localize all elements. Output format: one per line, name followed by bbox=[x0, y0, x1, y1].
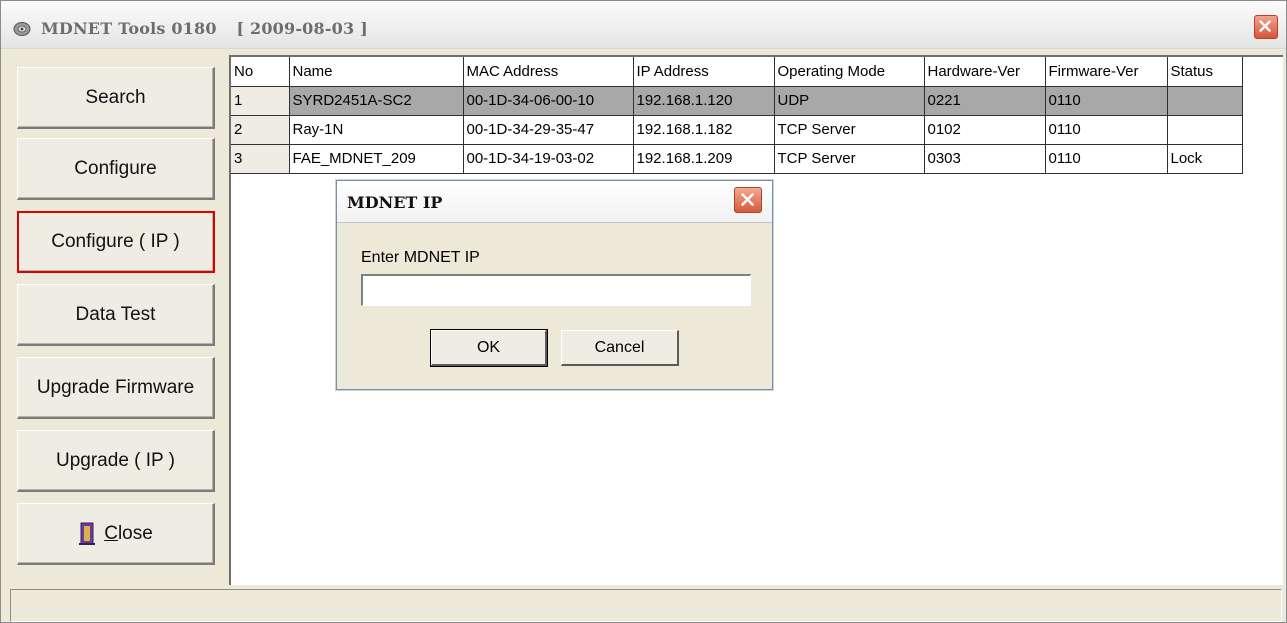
device-name: Ray-1N bbox=[289, 115, 464, 145]
configure-ip-button[interactable]: Configure ( IP ) bbox=[17, 211, 215, 273]
upgrade-ip-button[interactable]: Upgrade ( IP ) bbox=[17, 430, 215, 492]
upgrade-firmware-button[interactable]: Upgrade Firmware bbox=[17, 357, 215, 419]
search-button-label: Search bbox=[85, 86, 146, 108]
mdnet-ip-dialog: MDNET IP Enter MDNET IP OK Cancel bbox=[336, 180, 773, 390]
ok-button-label: OK bbox=[476, 338, 501, 356]
column-header-mode[interactable]: Operating Mode bbox=[774, 57, 925, 87]
table-row[interactable]: 2 Ray-1N 00-1D-34-29-35-47 192.168.1.182… bbox=[231, 115, 1243, 145]
hardware-ver: 0102 bbox=[924, 115, 1046, 145]
close-label-rest: lose bbox=[117, 522, 153, 544]
mac-address: 00-1D-34-19-03-02 bbox=[463, 144, 634, 174]
close-button[interactable]: Close bbox=[17, 503, 215, 565]
hardware-ver: 0221 bbox=[924, 86, 1046, 116]
ok-button[interactable]: OK bbox=[430, 329, 548, 367]
table-row[interactable]: 1 SYRD2451A-SC2 00-1D-34-06-00-10 192.16… bbox=[231, 86, 1243, 116]
dialog-close-button[interactable] bbox=[734, 187, 762, 213]
close-button-label: Close bbox=[104, 523, 153, 545]
hardware-ver: 0303 bbox=[924, 144, 1046, 174]
row-number: 1 bbox=[231, 86, 290, 116]
operating-mode: UDP bbox=[774, 86, 925, 116]
firmware-ver: 0110 bbox=[1045, 115, 1168, 145]
cancel-button-label: Cancel bbox=[594, 338, 645, 356]
status bbox=[1167, 115, 1243, 145]
app-icon bbox=[13, 22, 31, 36]
window-title-date: [ 2009-08-03 ] bbox=[236, 19, 368, 38]
column-header-hardware[interactable]: Hardware-Ver bbox=[924, 57, 1046, 87]
close-icon bbox=[741, 193, 754, 206]
device-name: SYRD2451A-SC2 bbox=[289, 86, 464, 116]
exit-door-icon bbox=[79, 522, 96, 545]
main-window: MDNET Tools 0180 [ 2009-08-03 ] Search C… bbox=[0, 0, 1287, 623]
dialog-title: MDNET IP bbox=[347, 193, 443, 212]
data-test-button-label: Data Test bbox=[75, 303, 156, 325]
ip-input-label: Enter MDNET IP bbox=[361, 249, 480, 266]
firmware-ver: 0110 bbox=[1045, 86, 1168, 116]
dialog-title-bar: MDNET IP bbox=[337, 181, 772, 223]
column-header-no[interactable]: No bbox=[231, 57, 290, 87]
window-title-name: MDNET Tools 0180 bbox=[41, 19, 217, 38]
column-header-status[interactable]: Status bbox=[1167, 57, 1243, 87]
window-title: MDNET Tools 0180 [ 2009-08-03 ] bbox=[41, 19, 368, 38]
cancel-button[interactable]: Cancel bbox=[561, 330, 679, 366]
column-header-firmware[interactable]: Firmware-Ver bbox=[1045, 57, 1168, 87]
close-mnemonic: C bbox=[104, 522, 118, 544]
operating-mode: TCP Server bbox=[774, 144, 925, 174]
table-row[interactable]: 3 FAE_MDNET_209 00-1D-34-19-03-02 192.16… bbox=[231, 144, 1243, 174]
column-header-ip[interactable]: IP Address bbox=[633, 57, 775, 87]
configure-ip-button-label: Configure ( IP ) bbox=[51, 230, 180, 252]
ip-address: 192.168.1.120 bbox=[633, 86, 775, 116]
status-bar bbox=[10, 589, 1282, 622]
upgrade-ip-button-label: Upgrade ( IP ) bbox=[56, 449, 175, 471]
mac-address: 00-1D-34-29-35-47 bbox=[463, 115, 634, 145]
data-test-button[interactable]: Data Test bbox=[17, 284, 215, 346]
table-header-row: No Name MAC Address IP Address Operating… bbox=[231, 57, 1243, 87]
title-bar: MDNET Tools 0180 [ 2009-08-03 ] bbox=[1, 1, 1286, 49]
upgrade-firmware-button-label: Upgrade Firmware bbox=[36, 376, 195, 398]
configure-button-label: Configure bbox=[74, 157, 157, 179]
operating-mode: TCP Server bbox=[774, 115, 925, 145]
search-button[interactable]: Search bbox=[17, 67, 215, 129]
ip-address: 192.168.1.182 bbox=[633, 115, 775, 145]
status: Lock bbox=[1167, 144, 1243, 174]
configure-button[interactable]: Configure bbox=[17, 138, 215, 200]
window-close-button[interactable] bbox=[1254, 15, 1278, 39]
device-table: No Name MAC Address IP Address Operating… bbox=[231, 57, 1243, 174]
ip-input[interactable] bbox=[361, 274, 751, 306]
ip-address: 192.168.1.209 bbox=[633, 144, 775, 174]
status bbox=[1167, 86, 1243, 116]
close-icon bbox=[1259, 20, 1271, 32]
row-number: 3 bbox=[231, 144, 290, 174]
row-number: 2 bbox=[231, 115, 290, 145]
column-header-mac[interactable]: MAC Address bbox=[463, 57, 634, 87]
column-header-name[interactable]: Name bbox=[289, 57, 464, 87]
device-name: FAE_MDNET_209 bbox=[289, 144, 464, 174]
mac-address: 00-1D-34-06-00-10 bbox=[463, 86, 634, 116]
firmware-ver: 0110 bbox=[1045, 144, 1168, 174]
